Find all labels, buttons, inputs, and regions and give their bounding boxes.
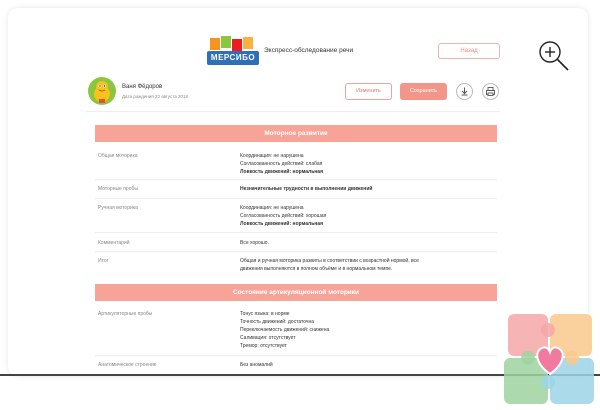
row-value: Согласованность действий: хорошая	[240, 213, 327, 219]
user-birth-date: Дата рождения 22 августа 2018	[122, 94, 189, 99]
row-value: Незначительные трудности в выполнении дв…	[240, 186, 373, 192]
row-value: движения выполняются в полном объёме и в…	[240, 266, 393, 272]
row-value: Общая и ручная моторика развиты в соотве…	[240, 258, 419, 264]
header-divider	[86, 111, 500, 112]
row-value: Согласованность действий: слабая	[240, 161, 323, 167]
download-button[interactable]	[456, 83, 473, 100]
row-divider	[95, 198, 497, 199]
download-icon	[461, 87, 468, 96]
avatar	[88, 77, 116, 105]
section-header-articulation: Состояние артикуляционной моторики	[95, 284, 497, 301]
print-button[interactable]	[482, 83, 499, 100]
row-label-articulation-tests: Артикуляторные пробы	[98, 311, 153, 317]
logo-block-orange	[210, 38, 220, 50]
row-divider	[95, 179, 497, 180]
row-value: Координация: не нарушена	[240, 153, 304, 159]
row-label-general-motor: Общая моторика	[98, 153, 138, 159]
row-label-motor-tests: Моторные пробы	[98, 186, 138, 192]
row-value: Тремор: отсутствует	[240, 343, 287, 349]
row-value: Переключаемость движений: снижена	[240, 327, 330, 333]
row-value: Саливация: отсутствует	[240, 335, 296, 341]
logo-block-green	[221, 36, 231, 48]
avatar-character-icon	[94, 81, 110, 103]
logo-text: МЕРСИБО	[207, 51, 259, 65]
row-label-anatomy: Анатомическое строение	[98, 362, 157, 368]
row-label-hand-motor: Ручная моторика	[98, 205, 138, 211]
section-header-motor: Моторное развитие	[95, 125, 497, 142]
logo-block-yellow	[243, 37, 253, 49]
row-divider	[95, 355, 497, 356]
user-name: Ваня Фёдоров	[122, 84, 163, 90]
row-value: Ловкость движений: нормальная	[240, 169, 324, 175]
row-label-summary: Итог	[98, 258, 109, 264]
app-title: Экспресс-обследование речи	[264, 47, 354, 54]
zoom-in-icon[interactable]	[536, 38, 570, 72]
row-label-comment: Комментарий	[98, 240, 130, 246]
logo-block-red	[232, 39, 242, 51]
row-value: Тонус языка: в норме	[240, 311, 290, 317]
printer-icon	[486, 87, 495, 96]
row-value: Без аномалий	[240, 362, 273, 368]
mersibo-logo: МЕРСИБО	[207, 36, 259, 66]
back-button[interactable]: Назад	[438, 43, 500, 59]
puzzle-heart-icon	[504, 314, 594, 404]
row-value: Координация: не нарушена	[240, 205, 304, 211]
row-value: Ловкость движений: нормальная	[240, 221, 324, 227]
row-divider	[95, 251, 497, 252]
edit-button[interactable]: Изменить	[345, 83, 392, 100]
row-divider	[95, 232, 497, 233]
row-value: Точность движений: достаточна	[240, 319, 315, 325]
save-button[interactable]: Сохранить	[400, 83, 447, 100]
row-value: Все хорошо.	[240, 240, 269, 246]
